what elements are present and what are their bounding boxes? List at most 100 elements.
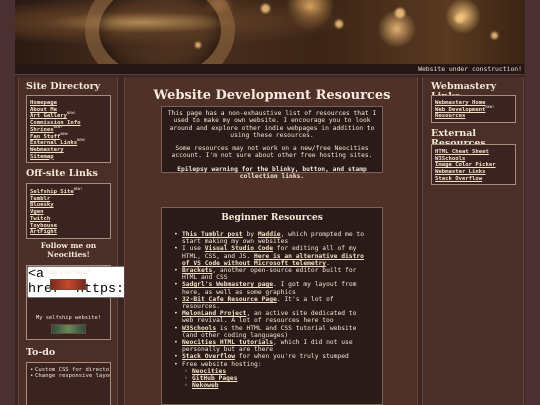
external-resource-item[interactable]: HTML Cheat Sheet: [435, 149, 512, 156]
external-resource-item[interactable]: W3Schools: [435, 156, 512, 163]
webmastery-item[interactable]: Webmastery Home: [435, 100, 512, 107]
resource-item: W3Schools is the HTML and CSS tutorial w…: [174, 325, 370, 339]
site-directory-item-link[interactable]: Shrines: [30, 127, 54, 133]
offsite-link-item-link[interactable]: Bluesky: [30, 202, 54, 208]
resource-link[interactable]: Neocities: [192, 368, 226, 375]
offsite-links-title: Off-site Links: [26, 168, 98, 179]
external-resource-item-link[interactable]: Image Color Picker: [435, 162, 496, 168]
resource-link[interactable]: 32-Bit Cafe Resource Page: [182, 296, 277, 303]
offsite-link-item-link[interactable]: ArtFight: [30, 229, 57, 235]
site-directory-item[interactable]: Art GalleryNEW!: [30, 111, 107, 120]
offsite-link-item[interactable]: Toyhouse: [30, 223, 107, 230]
external-resource-item[interactable]: Webmaster Links: [435, 169, 512, 176]
offsite-link-item-link[interactable]: Selfship Site: [30, 189, 74, 195]
epilepsy-warning: Epilepsy warning for the blinky, button,…: [177, 165, 367, 181]
external-resource-item-link[interactable]: HTML Cheat Sheet: [435, 149, 489, 155]
site-directory-item[interactable]: Sitemap: [30, 154, 107, 161]
site-directory-item-link[interactable]: About Me: [30, 107, 57, 113]
resource-link[interactable]: Stack Overflow: [182, 353, 235, 360]
site-directory-item-link[interactable]: Homepage: [30, 100, 57, 106]
right-sidebar: Webmastery Links Webmastery HomeWeb Deve…: [422, 77, 524, 405]
you-are-here-box: You are here! <a href="https://degann...…: [26, 265, 204, 340]
resource-item: This Tumblr post by Maddie, which prompt…: [174, 231, 370, 245]
webmastery-item-link[interactable]: Web Development: [435, 107, 486, 113]
resource-item: Free website hosting:: [174, 361, 370, 368]
site-directory-box: Homepage About Me Art GalleryNEW! Commissio…: [26, 95, 111, 163]
external-resource-item-link[interactable]: Stack Overflow: [435, 176, 482, 182]
hosting-item: GitHub Pages: [174, 375, 370, 382]
resource-link[interactable]: MelonLand Project: [182, 310, 246, 317]
site-directory-item-link[interactable]: Webmastery: [30, 147, 64, 153]
new-badge: NEW!: [67, 111, 76, 116]
resource-link[interactable]: Visual Studio Code: [205, 245, 273, 252]
webmastery-item[interactable]: Web DevelopmentNEW!: [435, 104, 512, 114]
resource-link[interactable]: Here is an alternative distro of VS Code…: [182, 253, 364, 267]
resource-link[interactable]: Nekoweb: [192, 382, 219, 389]
site-directory-item-link[interactable]: External Links: [30, 140, 77, 146]
site-directory-item[interactable]: Commission Info: [30, 120, 107, 127]
resource-link[interactable]: Maddie: [258, 231, 281, 238]
offsite-link-item[interactable]: Tumblr: [30, 196, 107, 203]
intro-box: This page has a non-exhaustive list of r…: [161, 106, 383, 180]
site-button-badge[interactable]: [50, 279, 86, 290]
webmastery-item-link[interactable]: Webmastery Home: [435, 100, 486, 106]
resources-list: This Tumblr post by Maddie, which prompt…: [174, 231, 370, 390]
offsite-link-item[interactable]: Selfship SiteNEW!: [30, 187, 107, 196]
webmastery-item-link[interactable]: Resources: [435, 113, 465, 119]
intro-paragraph: This page has a non-exhaustive list of r…: [167, 110, 377, 139]
external-resource-item-link[interactable]: Webmaster Links: [435, 169, 486, 175]
offsite-link-item-link[interactable]: Twitch: [30, 216, 50, 222]
banner-light: [395, 8, 405, 18]
webmastery-item[interactable]: Resources: [435, 113, 512, 120]
status-text: Website under construction!: [418, 65, 522, 73]
header-banner: [15, 0, 524, 64]
resource-link[interactable]: Sadgrl's Webmastery page: [182, 281, 273, 288]
offsite-link-item-link[interactable]: Tumblr: [30, 196, 50, 202]
site-directory-item-link[interactable]: Fan Stuff: [30, 134, 60, 140]
beginner-resources-box: Beginner Resources This Tumblr post by M…: [161, 207, 383, 405]
resource-item: Brackets, another open-source editor bui…: [174, 267, 370, 281]
resource-item: Neocities HTML tutorials, which I did no…: [174, 339, 370, 353]
site-directory-item-link[interactable]: Sitemap: [30, 154, 54, 160]
site-directory-list: Homepage About Me Art GalleryNEW! Commissio…: [30, 100, 107, 160]
offsite-link-item[interactable]: Bluesky: [30, 202, 107, 209]
todo-title: To-do: [26, 347, 56, 358]
follow-neocities-link[interactable]: Follow me on Neocities!: [26, 241, 111, 259]
external-list: HTML Cheat Sheet W3Schools Image Color Pic…: [435, 149, 512, 183]
site-directory-title: Site Directory: [26, 81, 101, 92]
resource-link[interactable]: Brackets: [182, 267, 212, 274]
offsite-link-item-link[interactable]: Toyhouse: [30, 223, 57, 229]
todo-item: Change responsive layout from using floa…: [30, 373, 110, 380]
page-title: Website Development Resources: [153, 88, 391, 103]
offsite-link-item-link[interactable]: Vgen: [30, 209, 43, 215]
new-badge: NEW!: [485, 104, 495, 109]
site-directory-item[interactable]: External LinksNEW!: [30, 138, 107, 147]
offsite-link-item[interactable]: ArtFight: [30, 229, 107, 236]
webmastery-list: Webmastery Home Web DevelopmentNEW! Resour…: [435, 100, 512, 120]
external-resource-item[interactable]: Image Color Picker: [435, 162, 512, 169]
offsite-link-item[interactable]: Twitch: [30, 216, 107, 223]
resource-item: MelonLand Project, an active site dedica…: [174, 310, 370, 324]
selfship-button-badge[interactable]: [51, 324, 86, 334]
selfship-caption: My selfship website!: [36, 315, 101, 321]
banner-light: [335, 20, 343, 28]
external-resources-box: HTML Cheat Sheet W3Schools Image Color Pic…: [431, 144, 516, 185]
site-directory-item-link[interactable]: Art Gallery: [30, 113, 67, 119]
site-directory-item[interactable]: Homepage: [30, 100, 107, 107]
new-badge: NEW!: [77, 138, 86, 143]
webmastery-links-box: Webmastery Home Web DevelopmentNEW! Resour…: [431, 95, 516, 123]
resource-link[interactable]: GitHub Pages: [192, 375, 238, 382]
resource-item: 32-Bit Cafe Resource Page. It's a lot of…: [174, 296, 370, 310]
todo-list: Custom CSS for directory boxChange respo…: [30, 367, 110, 380]
external-resource-item[interactable]: Stack Overflow: [435, 176, 512, 183]
resource-link[interactable]: This Tumblr post: [182, 231, 243, 238]
external-resource-item-link[interactable]: W3Schools: [435, 156, 465, 162]
offsite-link-item[interactable]: Vgen: [30, 209, 107, 216]
beginner-resources-title: Beginner Resources: [221, 213, 323, 223]
new-badge: NEW!: [53, 124, 63, 129]
intro-note: Some resources may not work on a new/fre…: [171, 145, 373, 160]
site-directory-item[interactable]: Webmastery: [30, 147, 107, 154]
resource-link[interactable]: Neocities HTML tutorials: [182, 339, 273, 346]
banner-light: [195, 42, 201, 48]
resource-link[interactable]: W3Schools: [182, 325, 216, 332]
